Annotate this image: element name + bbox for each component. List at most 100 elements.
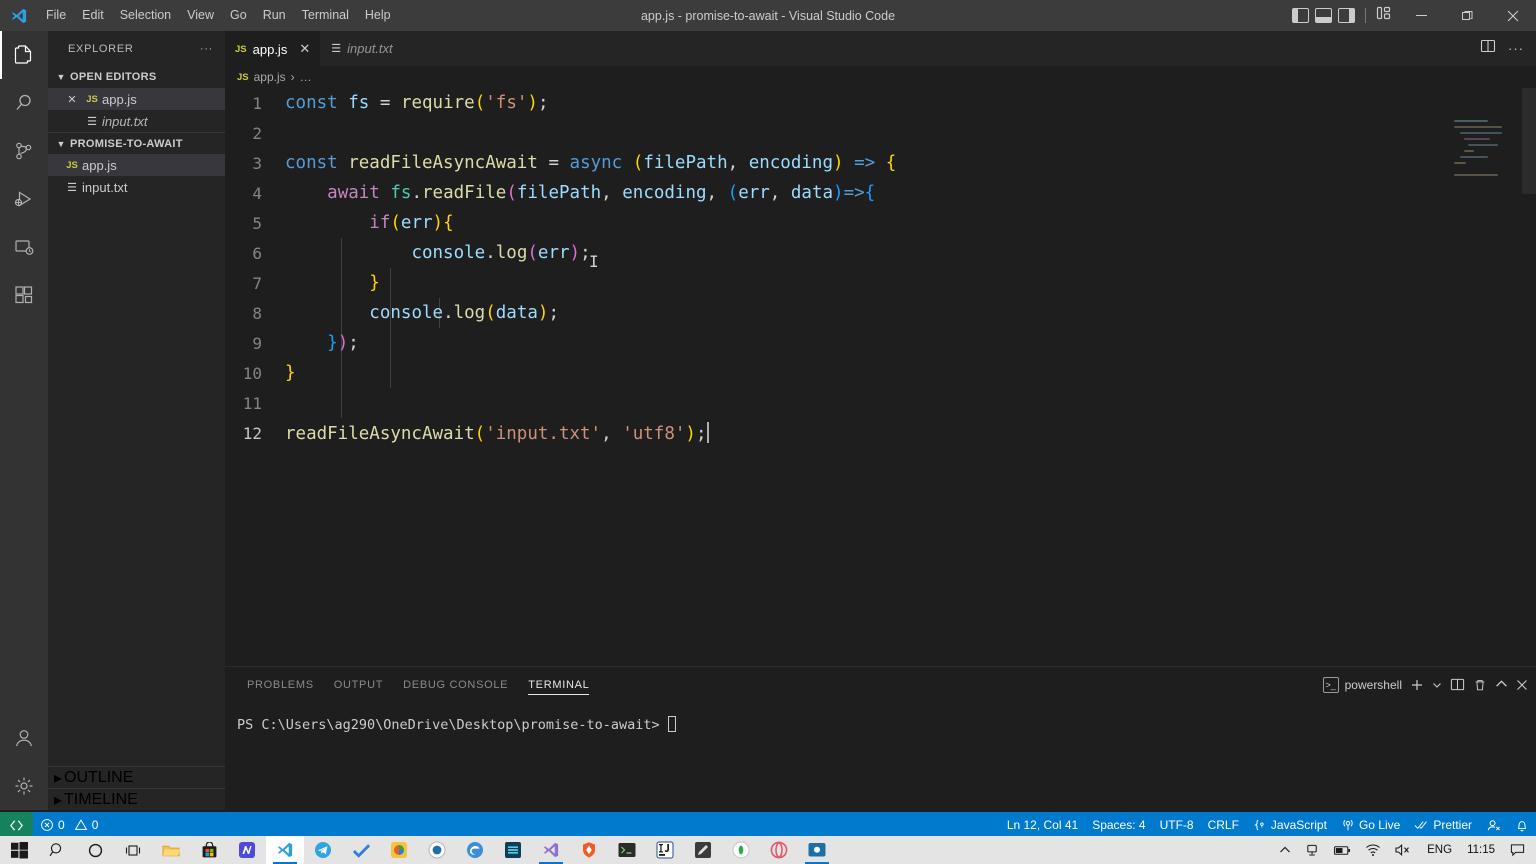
toggle-secondary-sidebar-icon[interactable] [1338,8,1355,23]
app-blue-stack-button[interactable] [494,836,532,864]
editor-more-actions-icon[interactable]: ··· [1508,41,1524,56]
intellij-button[interactable] [646,836,684,864]
file-explorer-button[interactable] [152,836,190,864]
breadcrumb-tail[interactable]: … [300,70,312,84]
toggle-primary-sidebar-icon[interactable] [1292,8,1309,23]
section-folder[interactable]: ▼ PROMISE-TO-AWAIT [48,132,225,154]
section-outline[interactable]: ▸ OUTLINE [48,766,225,788]
status-feedback[interactable] [1479,812,1508,838]
menu-help[interactable]: Help [357,0,399,31]
close-button[interactable] [1490,0,1536,31]
restore-button[interactable] [1444,0,1490,31]
visual-studio-button[interactable] [532,836,570,864]
minimize-button[interactable] [1398,0,1444,31]
menu-run[interactable]: Run [255,0,294,31]
status-go-live[interactable]: Go Live [1334,812,1407,838]
status-problems[interactable]: 0 0 [33,812,105,838]
status-cursor-position[interactable]: Ln 12, Col 41 [1000,812,1085,838]
sidebar-item-explorer[interactable] [0,31,48,79]
kill-terminal-icon[interactable] [1473,678,1487,692]
scrollbar-thumb[interactable] [1522,88,1536,194]
status-prettier[interactable]: Prettier [1407,812,1479,838]
photos-button[interactable] [380,836,418,864]
accounts-button[interactable] [0,714,48,762]
editor-scrollbar[interactable] [1522,88,1536,666]
new-terminal-icon[interactable] [1410,678,1424,692]
cortana-button[interactable] [76,836,114,864]
feedback-icon [1486,818,1501,833]
battery-tray-icon[interactable] [1327,836,1358,864]
sidebar-item-extensions[interactable] [0,271,48,319]
split-terminal-icon[interactable] [1450,677,1465,692]
sidebar-item-remote-explorer[interactable] [0,223,48,271]
toggle-panel-icon[interactable] [1315,8,1332,23]
language-indicator[interactable]: ENG [1420,836,1459,864]
menu-terminal[interactable]: Terminal [294,0,357,31]
tab-debug-console[interactable]: DEBUG CONSOLE [393,667,518,702]
visual-studio-code-button[interactable] [266,836,304,864]
breadcrumb-file[interactable]: app.js [254,70,286,84]
terminal-output[interactable]: PS C:\Users\ag290\OneDrive\Desktop\promi… [225,702,1536,733]
app-m-button[interactable] [228,836,266,864]
close-icon[interactable]: ✕ [299,41,310,57]
sidebar-item-source-control[interactable] [0,127,48,175]
menu-go[interactable]: Go [222,0,255,31]
sidebar-more-actions-icon[interactable]: ··· [200,43,213,55]
open-editor-input-txt[interactable]: ☰ input.txt [48,110,225,132]
tab-input-txt[interactable]: ☰ input.txt [321,31,403,66]
code-editor[interactable]: 1 const fs = require('fs'); 2 3 const re… [225,88,1536,666]
minimap[interactable] [1440,88,1522,666]
status-notifications[interactable] [1508,812,1536,838]
tab-problems[interactable]: PROBLEMS [237,667,324,702]
terminal-button[interactable] [608,836,646,864]
task-view-button[interactable] [114,836,152,864]
taskbar-search-button[interactable] [38,836,76,864]
section-open-editors[interactable]: ▼ OPEN EDITORS [48,66,225,88]
status-indentation[interactable]: Spaces: 4 [1085,812,1152,838]
status-language-mode[interactable]: JavaScript [1246,812,1334,838]
opera-button[interactable] [760,836,798,864]
tab-output[interactable]: OUTPUT [324,667,393,702]
app-video-button[interactable] [798,836,836,864]
network-tray-icon[interactable] [1358,836,1388,864]
chevron-down-icon: ▼ [54,72,68,82]
app-dark-circle-button[interactable] [418,836,456,864]
sidebar-item-run-debug[interactable] [0,175,48,223]
line-number: 11 [225,394,285,413]
tab-app-js[interactable]: JS app.js ✕ [225,31,321,66]
manage-settings-button[interactable] [0,762,48,810]
brave-browser-button[interactable] [570,836,608,864]
sidebar-item-search[interactable] [0,79,48,127]
close-panel-icon[interactable] [1516,679,1528,691]
clock[interactable]: 11:15 [1459,844,1503,856]
status-eol[interactable]: CRLF [1201,812,1246,838]
close-icon[interactable]: ✕ [62,93,82,106]
onedrive-tray-icon[interactable] [1298,836,1327,864]
microsoft-store-button[interactable] [190,836,228,864]
menu-edit[interactable]: Edit [74,0,112,31]
split-editor-icon[interactable] [1480,38,1496,59]
notifications-button[interactable] [1503,836,1532,864]
file-item-app-js[interactable]: JS app.js [48,154,225,176]
menu-selection[interactable]: Selection [112,0,179,31]
telegram-button[interactable] [304,836,342,864]
app-green-dot-button[interactable] [722,836,760,864]
open-editor-app-js[interactable]: ✕ JS app.js [48,88,225,110]
menu-file[interactable]: File [38,0,74,31]
maximize-panel-icon[interactable] [1495,678,1508,691]
todo-app-button[interactable] [342,836,380,864]
terminal-dropdown-icon[interactable] [1432,680,1442,690]
volume-tray-icon[interactable] [1388,836,1420,864]
status-encoding[interactable]: UTF-8 [1153,812,1201,838]
terminal-shell-selector[interactable]: >_ powershell [1323,677,1402,693]
tab-terminal[interactable]: TERMINAL [518,667,599,702]
show-hidden-icons-button[interactable] [1272,836,1298,864]
edge-dev-button[interactable] [456,836,494,864]
start-button[interactable] [0,836,38,864]
menu-view[interactable]: View [179,0,222,31]
remote-window-button[interactable] [0,812,33,838]
section-timeline[interactable]: ▸ TIMELINE [48,788,225,810]
app-gray-button[interactable] [684,836,722,864]
file-item-input-txt[interactable]: ☰ input.txt [48,176,225,198]
customize-layout-icon[interactable] [1376,5,1392,26]
